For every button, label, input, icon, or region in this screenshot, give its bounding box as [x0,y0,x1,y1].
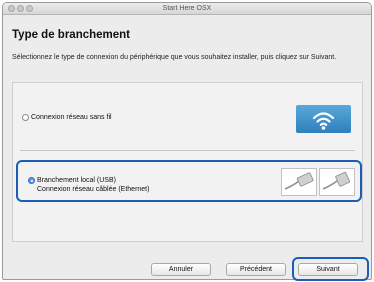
ethernet-label: Connexion réseau câblée (Ethernet) [37,185,150,193]
usb-cable-icon [281,168,355,196]
wifi-icon [296,105,351,133]
previous-button[interactable]: Précédent [226,263,286,276]
options-divider [20,150,355,151]
page-title: Type de branchement [12,29,131,41]
cancel-button[interactable]: Annuler [151,263,211,276]
wireless-radio[interactable] [22,113,29,121]
usb-radio[interactable] [28,177,35,184]
usb-connector-a-icon [281,168,317,196]
window-title: Start Here OSX [162,5,212,12]
usb-connector-b-icon [319,168,355,196]
wireless-label: Connexion réseau sans fil [31,113,112,121]
title-bar: Start Here OSX [3,3,371,15]
next-button-highlight [292,257,369,281]
option-wireless[interactable]: Connexion réseau sans fil [22,112,112,122]
usb-label: Branchement local (USB) [37,177,116,184]
option-usb[interactable]: Branchement local (USB) Connexion réseau… [28,177,149,194]
page-description: Sélectionnez le type de connexion du pér… [12,54,337,61]
